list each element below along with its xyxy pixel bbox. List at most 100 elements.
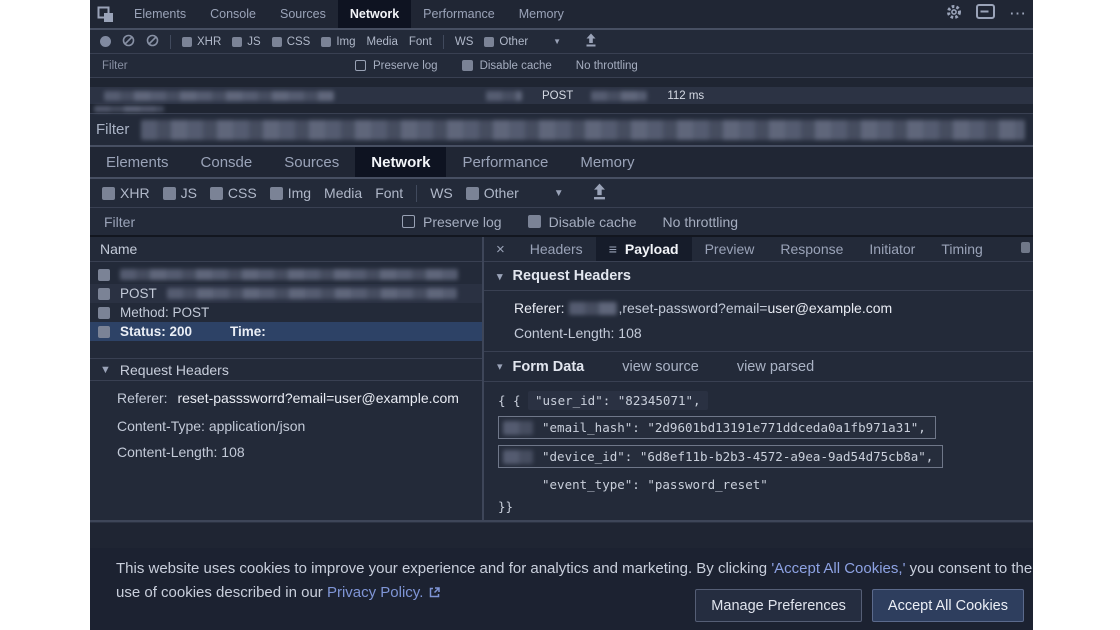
request-headers-section[interactable]: ▾ Request Headers xyxy=(484,262,1033,291)
filter-chip-css[interactable]: CSS xyxy=(272,36,311,48)
filter-chip-xhr[interactable]: XHR xyxy=(102,185,150,201)
mini-tab-network[interactable]: Network xyxy=(338,0,411,28)
mini-tab-memory[interactable]: Memory xyxy=(507,0,576,28)
accept-all-cookies-button[interactable]: Accept All Cookies xyxy=(872,589,1024,622)
detail-tab-headers[interactable]: Headers xyxy=(517,237,596,261)
request-row-method[interactable]: Method: POST xyxy=(90,303,482,322)
caret-down-icon: ▾ xyxy=(497,270,503,283)
manage-preferences-button[interactable]: Manage Preferences xyxy=(695,589,862,622)
mini-tab-sources[interactable]: Sources xyxy=(268,0,338,28)
record-icon[interactable] xyxy=(100,36,111,47)
tab-elements[interactable]: Elements xyxy=(90,147,185,177)
import-har-icon[interactable] xyxy=(591,183,608,203)
mini-tab-console[interactable]: Console xyxy=(198,0,268,28)
payload-line-email-hash[interactable]: "email_hash": "2d9601bd13191e771ddceda0a… xyxy=(498,416,936,439)
filter-chip-font[interactable]: Font xyxy=(375,185,403,201)
detail-tab-initiator[interactable]: Initiator xyxy=(856,237,928,261)
gear-icon[interactable] xyxy=(946,4,962,25)
filter-chip-xhr[interactable]: XHR xyxy=(182,36,221,48)
mini-filter-row: Preserve log Disable cache No throttling xyxy=(90,54,1033,78)
request-detail-pane: × Headers ≡ Payload Preview Response Ini… xyxy=(484,237,1033,520)
filter-chip-media[interactable]: Media xyxy=(324,185,362,201)
detail-tab-timing[interactable]: Timing xyxy=(928,237,996,261)
filter-input[interactable] xyxy=(102,213,394,231)
chevron-down-icon[interactable]: ▼ xyxy=(553,37,561,46)
mini-tab-elements[interactable]: Elements xyxy=(122,0,198,28)
request-row-2[interactable]: POST xyxy=(90,284,482,303)
form-data-section: ▾ Form Data view source view parsed xyxy=(484,352,1033,382)
redacted-filter-value[interactable] xyxy=(141,120,1025,140)
request-row-1[interactable] xyxy=(90,265,482,284)
dock-side-icon[interactable] xyxy=(976,4,995,24)
request-row-status-selected[interactable]: Status: 200 Time: xyxy=(90,322,482,341)
content-length-line: Content-Length: 108 xyxy=(90,444,482,460)
main-filter-row: Preserve log Disable cache No throttling xyxy=(90,208,1033,237)
close-icon[interactable]: × xyxy=(484,241,517,258)
scrollbar-thumb[interactable] xyxy=(1021,242,1030,253)
detail-tab-response[interactable]: Response xyxy=(767,237,856,261)
filter-chip-js[interactable]: JS xyxy=(163,185,197,201)
tab-network[interactable]: Network xyxy=(355,147,446,177)
detail-tab-payload[interactable]: ≡ Payload xyxy=(596,237,692,261)
tab-console[interactable]: Consde xyxy=(185,147,269,177)
filter-chip-js[interactable]: JS xyxy=(232,36,260,48)
filter-chip-other[interactable]: Other xyxy=(484,36,528,48)
external-link-icon xyxy=(428,583,441,607)
view-parsed-link[interactable]: view parsed xyxy=(737,359,814,375)
mini-tab-performance[interactable]: Performance xyxy=(411,0,507,28)
name-column-header[interactable]: Name xyxy=(90,237,482,262)
filter-chip-css[interactable]: CSS xyxy=(210,185,257,201)
form-data-title[interactable]: Form Data xyxy=(513,359,585,375)
filter-chip-font[interactable]: Font xyxy=(409,36,432,48)
checkbox-icon xyxy=(321,37,331,47)
throttling-select[interactable]: No throttling xyxy=(576,60,638,72)
checkbox-icon xyxy=(210,187,223,200)
redacted-partial-row xyxy=(94,106,164,112)
detail-tab-bar: × Headers ≡ Payload Preview Response Ini… xyxy=(484,237,1033,262)
tab-memory[interactable]: Memory xyxy=(564,147,650,177)
filter-chip-ws[interactable]: WS xyxy=(455,36,474,48)
preserve-log-checkbox[interactable] xyxy=(355,60,366,71)
disable-cache-label: Disable cache xyxy=(549,214,637,230)
clear-icon[interactable] xyxy=(122,34,135,50)
chevron-down-icon[interactable]: ▼ xyxy=(554,188,564,199)
network-content: Name POST Method: POST Status: 200 Time: xyxy=(90,237,1033,522)
hamburger-icon: ≡ xyxy=(609,241,617,257)
mini-tab-bar: Elements Console Sources Network Perform… xyxy=(90,0,1033,30)
banner-buttons: Manage Preferences Accept All Cookies xyxy=(695,589,1024,622)
detail-tab-preview[interactable]: Preview xyxy=(692,237,768,261)
filter-chip-img[interactable]: Img xyxy=(270,185,311,201)
more-menu-icon[interactable]: ⋯ xyxy=(1009,9,1027,19)
view-source-link[interactable]: view source xyxy=(622,359,699,375)
device-toolbar-icon[interactable] xyxy=(97,6,114,23)
block-icon[interactable] xyxy=(146,34,159,50)
accept-cookies-inline-link[interactable]: 'Accept All Cookies,' xyxy=(771,560,905,577)
redacted-status xyxy=(486,91,522,101)
checkbox-icon xyxy=(270,187,283,200)
banner-text-line1: This website uses cookies to improve you… xyxy=(116,557,1023,581)
request-headers-section[interactable]: ▼ Request Headers xyxy=(90,358,482,381)
filter-chip-img[interactable]: Img xyxy=(321,36,355,48)
throttling-select[interactable]: No throttling xyxy=(663,214,738,230)
content-type-line: Content-Type: application/json xyxy=(90,418,482,434)
mini-request-row[interactable]: POST 112 ms xyxy=(90,87,1033,104)
toolbar-divider xyxy=(443,35,444,49)
preserve-log-checkbox[interactable] xyxy=(402,215,415,228)
checkbox-icon xyxy=(466,187,479,200)
privacy-policy-link[interactable]: Privacy Policy. xyxy=(327,584,423,601)
disable-cache-checkbox[interactable] xyxy=(528,215,541,228)
referer-header-line: Referer: reset-passsworrd?email=user@exa… xyxy=(90,390,482,406)
filter-input[interactable] xyxy=(100,59,348,73)
tab-performance[interactable]: Performance xyxy=(446,147,564,177)
tab-sources[interactable]: Sources xyxy=(268,147,355,177)
disable-cache-checkbox[interactable] xyxy=(462,60,473,71)
payload-line-user-id: { { "user_id": "82345071", xyxy=(498,391,1033,410)
checkbox-icon xyxy=(102,187,115,200)
filter-chip-ws[interactable]: WS xyxy=(430,185,453,201)
import-har-icon[interactable] xyxy=(584,33,598,50)
payload-line-event-type: "event_type": "password_reset" xyxy=(498,477,1033,492)
content-length-line: Content-Length: 108 xyxy=(484,325,1033,341)
filter-chip-other[interactable]: Other xyxy=(466,185,519,201)
payload-line-device-id[interactable]: "device_id": "6d8ef11b-b2b3-4572-a9ea-9a… xyxy=(498,445,943,468)
filter-chip-media[interactable]: Media xyxy=(367,36,398,48)
